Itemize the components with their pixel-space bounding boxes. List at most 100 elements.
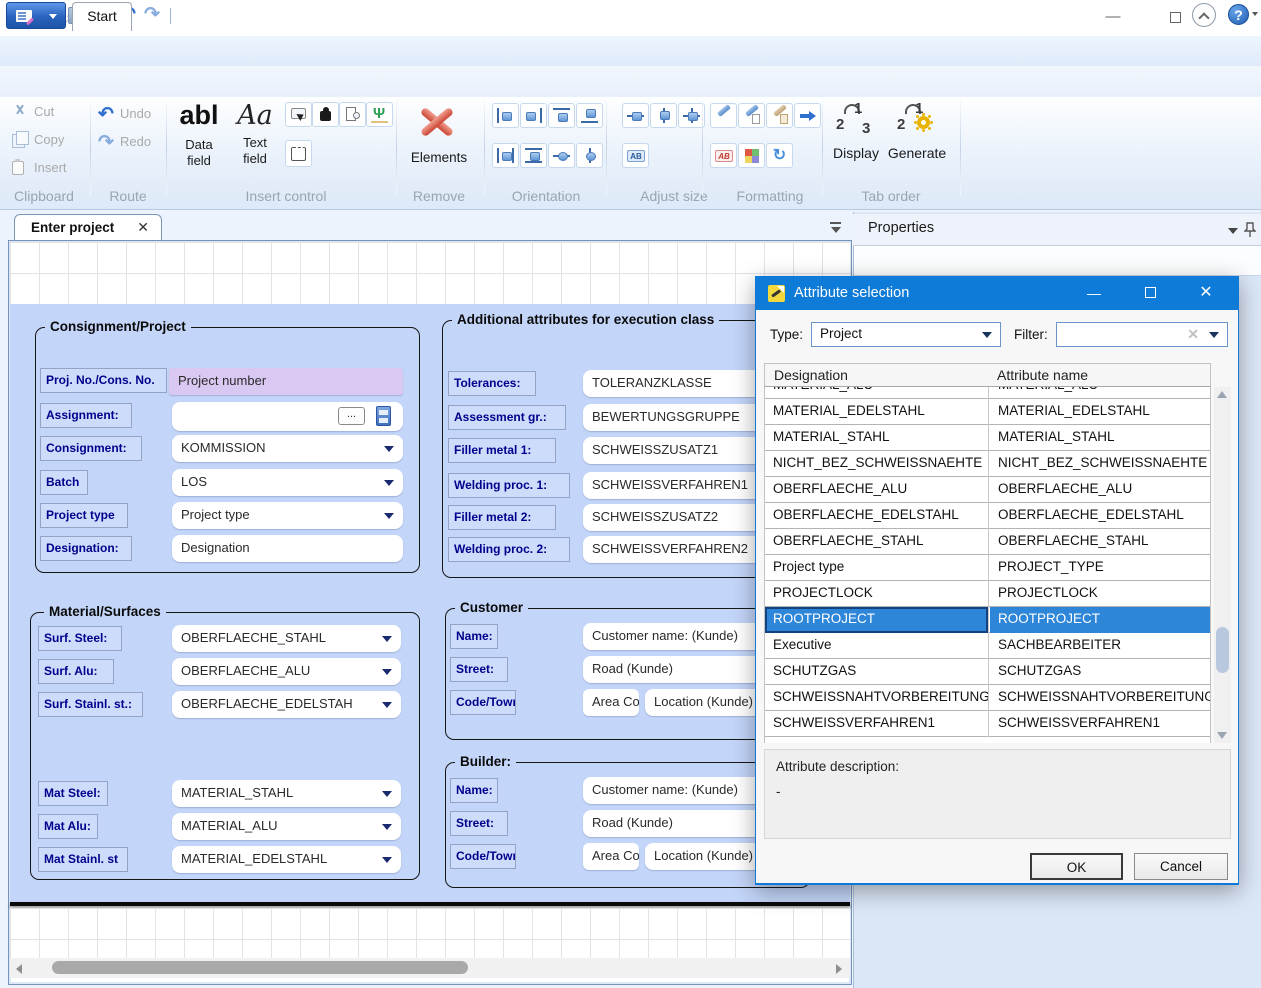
color-palette-button[interactable] [738, 143, 765, 168]
browse-button[interactable]: ... [338, 407, 365, 425]
dialog-minimize-button[interactable]: — [1078, 282, 1110, 305]
table-row[interactable]: MATERIAL_ALUMATERIAL_ALU [765, 387, 1210, 399]
table-row[interactable]: OBERFLAECHE_ALUOBERFLAECHE_ALU [765, 477, 1210, 503]
ok-button[interactable]: OK [1030, 853, 1123, 880]
attribute-cell[interactable]: MATERIAL_STAHL [990, 425, 1211, 451]
align-top-button[interactable] [548, 103, 575, 128]
designation-cell[interactable]: OBERFLAECHE_EDELSTAHL [765, 503, 989, 529]
dialog-close-button[interactable]: ✕ [1190, 282, 1222, 305]
customer-area-code-field[interactable]: Area Code [583, 689, 639, 716]
attribute-cell[interactable]: ROOTPROJECT [990, 607, 1211, 633]
center-vertical-button[interactable] [576, 143, 603, 168]
scroll-down-arrow-icon[interactable] [1217, 732, 1227, 739]
attribute-cell[interactable]: OBERFLAECHE_EDELSTAHL [990, 503, 1211, 529]
designation-cell[interactable]: NICHT_BEZ_SCHWEISSNAEHTE [765, 451, 989, 477]
designation-cell[interactable]: PROJECTLOCK [765, 581, 989, 607]
insert-document-control-button[interactable] [339, 102, 366, 127]
paste-format-button[interactable] [766, 103, 793, 128]
table-row[interactable]: MATERIAL_EDELSTAHLMATERIAL_EDELSTAHL [765, 399, 1210, 425]
mat-steel-dropdown[interactable]: MATERIAL_STAHL [172, 780, 401, 807]
app-menu-button[interactable] [6, 2, 66, 29]
attribute-cell[interactable]: PROJECTLOCK [990, 581, 1211, 607]
insert-image-control-button[interactable]: Ψ [366, 102, 393, 127]
copy-format-page-button[interactable] [738, 103, 765, 128]
text-field-button[interactable]: Aa Text field [232, 100, 278, 167]
properties-chevron-down-icon[interactable] [1228, 228, 1238, 234]
distribute-vertical-button[interactable] [520, 143, 547, 168]
table-row[interactable]: ExecutiveSACHBEARBEITER [765, 633, 1210, 659]
surf-steel-dropdown[interactable]: OBERFLAECHE_STAHL [172, 625, 401, 652]
surf-stainless-dropdown[interactable]: OBERFLAECHE_EDELSTAH [172, 691, 401, 718]
table-row[interactable]: Project typePROJECT_TYPE [765, 555, 1210, 581]
same-width-button[interactable] [622, 103, 649, 128]
attribute-cell[interactable]: MATERIAL_EDELSTAHL [990, 399, 1211, 425]
designation-cell[interactable]: Executive [765, 633, 989, 659]
generate-tab-order-button[interactable]: 1 2 Generate [886, 100, 948, 161]
document-tab-enter-project[interactable]: Enter project ✕ [14, 214, 162, 241]
assignment-field[interactable] [172, 402, 403, 431]
table-row[interactable]: SCHWEISSNAHTVORBEREITUNGSCHWEISSNAHTVORB… [765, 685, 1210, 711]
consignment-dropdown[interactable]: KOMMISSION [172, 435, 403, 462]
table-row[interactable]: NICHT_BEZ_SCHWEISSNAEHTENICHT_BEZ_SCHWEI… [765, 451, 1210, 477]
align-bottom-button[interactable] [576, 103, 603, 128]
attribute-cell[interactable]: SCHWEISSVERFAHREN1 [990, 711, 1211, 737]
builder-area-code-field[interactable]: Area Code [583, 843, 639, 870]
designation-cell[interactable]: OBERFLAECHE_STAHL [765, 529, 989, 555]
insert-button-control-button[interactable] [285, 102, 312, 127]
table-row[interactable]: MATERIAL_STAHLMATERIAL_STAHL [765, 425, 1210, 451]
attribute-cell[interactable]: SACHBEARBEITER [990, 633, 1211, 659]
display-tab-order-button[interactable]: 1 2 3 Display [830, 100, 882, 161]
surf-alu-dropdown[interactable]: OBERFLAECHE_ALU [172, 658, 401, 685]
attribute-cell[interactable]: OBERFLAECHE_STAHL [990, 529, 1211, 555]
scrollbar-thumb[interactable] [52, 961, 468, 974]
clear-filter-icon[interactable]: ✕ [1187, 326, 1199, 343]
collapse-ribbon-button[interactable] [1192, 3, 1216, 27]
table-row[interactable]: PROJECTLOCKPROJECTLOCK [765, 581, 1210, 607]
designation-cell[interactable]: MATERIAL_STAHL [765, 425, 989, 451]
distribute-horizontal-button[interactable] [492, 143, 519, 168]
designation-cell[interactable]: Project type [765, 555, 989, 581]
designation-field[interactable]: Designation [172, 535, 403, 562]
tab-list-menu-button[interactable] [828, 220, 844, 234]
database-icon[interactable] [376, 406, 391, 426]
size-to-text-button[interactable]: AB [622, 143, 649, 168]
pin-icon[interactable] [1244, 222, 1256, 238]
table-row[interactable]: OBERFLAECHE_STAHLOBERFLAECHE_STAHL [765, 529, 1210, 555]
attribute-cell[interactable]: OBERFLAECHE_ALU [990, 477, 1211, 503]
table-row-selected[interactable]: ROOTPROJECTROOTPROJECT [765, 607, 1210, 633]
scroll-up-arrow-icon[interactable] [1217, 391, 1227, 398]
designation-cell[interactable]: MATERIAL_ALU [765, 387, 989, 399]
minimize-button[interactable]: — [1098, 8, 1128, 28]
attribute-cell[interactable]: SCHUTZGAS [990, 659, 1211, 685]
scrollbar-thumb[interactable] [1216, 627, 1229, 673]
insert-frame-control-button[interactable] [285, 140, 312, 167]
apply-format-button[interactable] [794, 103, 821, 128]
filter-combobox[interactable]: ✕ [1056, 322, 1228, 347]
scroll-left-arrow-icon[interactable] [16, 964, 22, 974]
designation-cell[interactable]: SCHWEISSNAHTVORBEREITUNG [765, 685, 989, 711]
designation-cell[interactable]: ROOTPROJECT [765, 607, 989, 633]
copy-format-button[interactable] [710, 103, 737, 128]
table-row[interactable]: SCHWEISSVERFAHREN1SCHWEISSVERFAHREN1 [765, 711, 1210, 737]
close-tab-icon[interactable]: ✕ [137, 219, 149, 236]
help-chevron-down-icon[interactable] [1252, 12, 1258, 16]
align-right-button[interactable] [520, 103, 547, 128]
designation-cell[interactable]: SCHUTZGAS [765, 659, 989, 685]
insert-plugin-control-button[interactable] [312, 102, 339, 127]
table-row[interactable]: OBERFLAECHE_EDELSTAHLOBERFLAECHE_EDELSTA… [765, 503, 1210, 529]
tab-start[interactable]: Start [72, 2, 132, 31]
attribute-table[interactable]: MATERIAL_ALUMATERIAL_ALU MATERIAL_EDELST… [764, 387, 1211, 743]
designation-cell[interactable]: MATERIAL_EDELSTAHL [765, 399, 989, 425]
help-button[interactable]: ? [1228, 4, 1249, 25]
attribute-cell[interactable]: PROJECT_TYPE [990, 555, 1211, 581]
redo-button[interactable]: ↷ [144, 4, 166, 26]
attribute-cell[interactable]: NICHT_BEZ_SCHWEISSNAEHTE [990, 451, 1211, 477]
project-number-field[interactable]: Project number [169, 368, 403, 395]
vertical-scrollbar[interactable] [1214, 387, 1231, 743]
maximize-button[interactable] [1160, 8, 1190, 28]
attribute-cell[interactable]: MATERIAL_ALU [990, 387, 1211, 399]
mat-stainless-dropdown[interactable]: MATERIAL_EDELSTAHL [172, 846, 401, 873]
data-field-button[interactable]: abl Data field [176, 100, 222, 169]
column-attribute-name[interactable]: Attribute name [997, 367, 1088, 383]
font-button[interactable]: AB [710, 143, 737, 168]
